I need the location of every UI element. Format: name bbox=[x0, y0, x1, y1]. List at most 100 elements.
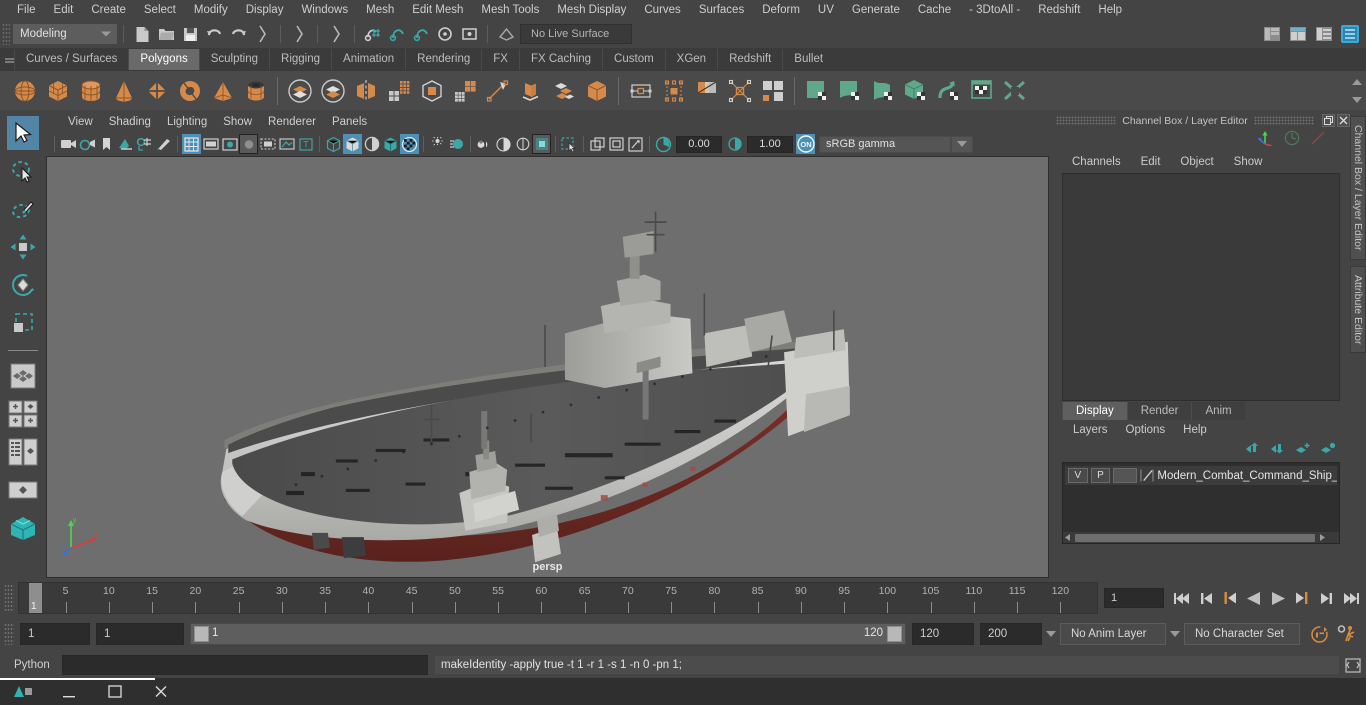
sculpt-curve-icon[interactable] bbox=[833, 73, 866, 109]
time-slider-grip[interactable] bbox=[4, 584, 14, 612]
viewport-menu-renderer[interactable]: Renderer bbox=[260, 112, 324, 132]
persp-outliner-layout[interactable] bbox=[7, 435, 39, 469]
uv-planar-icon[interactable] bbox=[657, 73, 690, 109]
play-backwards-icon[interactable] bbox=[1244, 587, 1264, 609]
hscroll-thumb[interactable] bbox=[1075, 533, 1315, 542]
move-tool[interactable] bbox=[7, 230, 39, 264]
hud-poly-count-icon[interactable] bbox=[607, 134, 626, 154]
range-slider-grip[interactable] bbox=[4, 623, 14, 645]
menu-set-selector[interactable]: Modeling bbox=[13, 24, 117, 44]
motion-blur-icon[interactable] bbox=[447, 134, 466, 154]
lasso-select-tool[interactable] bbox=[7, 154, 39, 188]
uv-cylindrical-icon[interactable] bbox=[690, 73, 723, 109]
layer-list-hscrollbar[interactable] bbox=[1063, 532, 1339, 543]
anim-curve-icon[interactable] bbox=[1284, 130, 1300, 151]
append-polygon-icon[interactable] bbox=[624, 73, 657, 109]
resolution-gate-icon[interactable] bbox=[220, 134, 239, 154]
menu-generate[interactable]: Generate bbox=[843, 0, 909, 20]
hypershade-layout[interactable] bbox=[7, 511, 39, 545]
poly-plane-icon[interactable] bbox=[140, 73, 173, 109]
shelf-tab-fx-caching[interactable]: FX Caching bbox=[518, 49, 603, 70]
undo-icon[interactable] bbox=[202, 22, 226, 46]
scroll-right-icon[interactable] bbox=[1317, 533, 1327, 542]
color-profile-dropdown-icon[interactable] bbox=[951, 135, 973, 153]
poly-pyramid-icon[interactable] bbox=[206, 73, 239, 109]
grease-pencil-icon[interactable] bbox=[154, 134, 173, 154]
image-plane-icon[interactable] bbox=[116, 134, 135, 154]
uv-layout-icon[interactable] bbox=[756, 73, 789, 109]
range-slider[interactable]: 1 120 bbox=[190, 623, 906, 645]
shelf-tab-animation[interactable]: Animation bbox=[331, 49, 406, 70]
restore-icon[interactable] bbox=[1322, 114, 1335, 127]
step-forward-key-icon[interactable] bbox=[1292, 587, 1312, 609]
auto-keyframe-icon[interactable] bbox=[1306, 625, 1332, 644]
menu-help[interactable]: Help bbox=[1089, 0, 1131, 20]
minimize-icon[interactable] bbox=[46, 678, 92, 705]
snap-to-view-plane-icon[interactable] bbox=[457, 22, 481, 46]
layer-tab-render[interactable]: Render bbox=[1126, 402, 1192, 420]
command-language-label[interactable]: Python bbox=[14, 659, 62, 671]
color-management-toggle-icon[interactable]: ON bbox=[796, 134, 815, 154]
boolean-icon[interactable] bbox=[415, 73, 448, 109]
shadows-icon[interactable] bbox=[400, 134, 419, 154]
poly-cube-icon[interactable] bbox=[41, 73, 74, 109]
scroll-up-icon[interactable] bbox=[1352, 79, 1362, 85]
layer-visibility-toggle[interactable]: V bbox=[1068, 468, 1088, 483]
layer-tab-display[interactable]: Display bbox=[1062, 402, 1127, 420]
move-layer-down-icon[interactable] bbox=[1270, 442, 1286, 460]
title-grip-right[interactable] bbox=[1253, 116, 1314, 125]
display-layer-list[interactable]: V P Modern_Combat_Command_Ship_00 bbox=[1062, 462, 1340, 544]
layer-menu-layers[interactable]: Layers bbox=[1064, 424, 1117, 436]
select-marquee-icon[interactable] bbox=[560, 134, 579, 154]
status-line-grip[interactable] bbox=[2, 23, 10, 45]
shelf-tab-rendering[interactable]: Rendering bbox=[405, 49, 482, 70]
menu-edit-mesh[interactable]: Edit Mesh bbox=[403, 0, 472, 20]
snap-to-point-icon[interactable] bbox=[409, 22, 433, 46]
menu-3dtoall[interactable]: - 3DtoAll - bbox=[960, 0, 1029, 20]
bridge-icon[interactable] bbox=[580, 73, 613, 109]
table-row[interactable]: V P Modern_Combat_Command_Ship_00 bbox=[1065, 466, 1337, 485]
xray-joints-icon[interactable] bbox=[513, 134, 532, 154]
xray-icon[interactable] bbox=[494, 134, 513, 154]
combine-icon[interactable] bbox=[283, 73, 316, 109]
menu-uv[interactable]: UV bbox=[809, 0, 843, 20]
shelf-tab-xgen[interactable]: XGen bbox=[664, 49, 718, 70]
reduce-icon[interactable] bbox=[448, 73, 481, 109]
four-view-layout[interactable] bbox=[7, 397, 39, 431]
viewport-menu-shading[interactable]: Shading bbox=[101, 112, 159, 132]
sculpt-plane-icon[interactable] bbox=[800, 73, 833, 109]
menu-mesh-tools[interactable]: Mesh Tools bbox=[472, 0, 548, 20]
menu-modify[interactable]: Modify bbox=[185, 0, 237, 20]
film-gate-icon[interactable] bbox=[201, 134, 220, 154]
xray-active-components-icon[interactable] bbox=[532, 134, 551, 154]
shelf-tab-curves-surfaces[interactable]: Curves / Surfaces bbox=[14, 49, 129, 70]
scale-tool[interactable] bbox=[7, 306, 39, 340]
step-forward-frame-icon[interactable] bbox=[1316, 587, 1336, 609]
title-grip-left[interactable] bbox=[1056, 116, 1117, 125]
scroll-left-icon[interactable] bbox=[1063, 533, 1073, 542]
character-set-dropdown-icon[interactable] bbox=[1166, 623, 1184, 645]
shelf-tab-fx[interactable]: FX bbox=[481, 49, 519, 70]
range-left-handle[interactable] bbox=[194, 626, 209, 642]
menu-curves[interactable]: Curves bbox=[635, 0, 689, 20]
color-profile-field[interactable]: sRGB gamma bbox=[819, 135, 951, 153]
snap-to-projected-center-icon[interactable] bbox=[433, 22, 457, 46]
shade-with-wireframe-icon[interactable] bbox=[362, 134, 381, 154]
select-tool[interactable] bbox=[6, 116, 39, 150]
maximize-icon[interactable] bbox=[92, 678, 138, 705]
camera-attributes-icon[interactable] bbox=[78, 134, 97, 154]
gamma-field[interactable]: 1.00 bbox=[747, 135, 793, 153]
poly-cone-icon[interactable] bbox=[107, 73, 140, 109]
menu-file[interactable]: File bbox=[8, 0, 45, 20]
move-layer-up-icon[interactable] bbox=[1245, 442, 1261, 460]
layer-name[interactable]: Modern_Combat_Command_Ship_00 bbox=[1157, 470, 1337, 482]
single-perspective-layout[interactable] bbox=[7, 359, 39, 393]
menu-mesh[interactable]: Mesh bbox=[357, 0, 403, 20]
select-by-object-icon[interactable] bbox=[287, 22, 311, 46]
menu-mesh-display[interactable]: Mesh Display bbox=[548, 0, 635, 20]
uv-editor-icon[interactable] bbox=[965, 73, 998, 109]
shelf-tab-sculpting[interactable]: Sculpting bbox=[198, 49, 270, 70]
command-input[interactable] bbox=[62, 655, 428, 675]
menu-deform[interactable]: Deform bbox=[753, 0, 809, 20]
sculpt-cube-icon[interactable] bbox=[899, 73, 932, 109]
